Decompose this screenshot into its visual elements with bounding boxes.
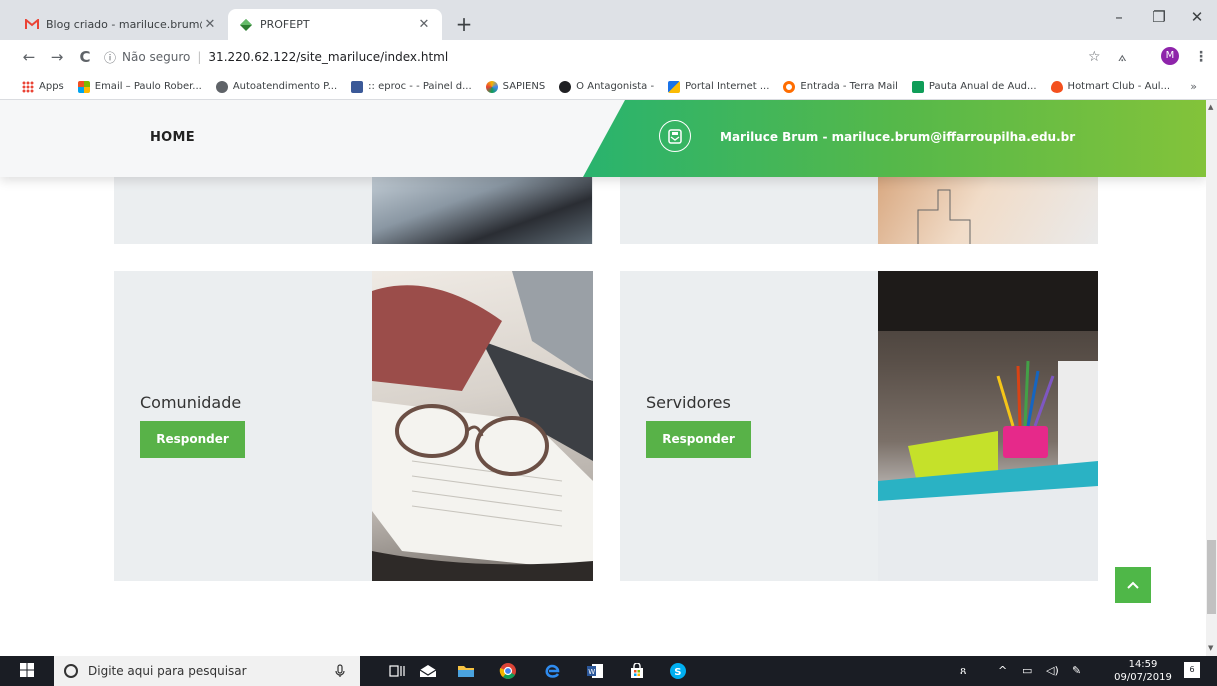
portal-icon [668,80,681,93]
close-window-button[interactable]: ✕ [1177,8,1217,26]
pen-ink-icon[interactable]: ✎ [1072,664,1081,677]
reload-button[interactable]: C [74,47,96,67]
svg-text:S: S [674,667,681,678]
browser-toolbar: ← → C ⓘ Não seguro | 31.220.62.122/site_… [0,40,1217,74]
contact-email-text[interactable]: Mariluce Brum - mariluce.brum@iffarroupi… [720,130,1075,144]
tab-title: PROFEPT [260,18,310,31]
profept-diamond-icon [238,17,254,33]
mail-icon [659,120,691,152]
tray-chevron-up-icon[interactable]: ^ [998,664,1007,677]
page-scrollbar[interactable]: ▲ ▼ [1206,100,1217,656]
taskbar-search-input[interactable]: Digite aqui para pesquisar [54,656,360,686]
sapiens-icon [485,80,498,93]
bookmark-eproc[interactable]: :: eproc - - Painel d... [351,80,472,93]
profile-avatar[interactable]: M [1161,47,1179,65]
tab-profept[interactable]: PROFEPT ✕ [228,9,442,40]
card-label-servidores: Servidores [646,393,731,412]
bookmark-apps[interactable]: Apps [22,80,64,93]
search-placeholder: Digite aqui para pesquisar [88,664,247,678]
sheets-plus-icon [911,80,924,93]
bookmark-pauta[interactable]: Pauta Anual de Aud... [911,80,1037,93]
apps-grid-icon [22,80,34,93]
back-to-top-button[interactable] [1115,567,1151,603]
bookmark-email[interactable]: Email – Paulo Rober... [77,80,202,93]
url-text: 31.220.62.122/site_mariluce/index.html [208,50,449,64]
close-tab-icon[interactable]: ✕ [202,17,218,32]
svg-text:W: W [588,668,595,676]
card-label-comunidade: Comunidade [140,393,242,412]
bookmark-antagonista[interactable]: O Antagonista - [559,80,654,93]
volume-icon[interactable]: ◁) [1046,664,1059,677]
bookmark-sapiens[interactable]: SAPIENS [485,80,545,93]
card-photo [372,170,592,244]
bookmark-autoatendimento[interactable]: Autoatendimento P... [215,80,337,93]
address-separator: | [197,50,202,64]
bookmarks-bar: Apps Email – Paulo Rober... Autoatendime… [0,74,1217,100]
page-viewport: Comunidade Responder Servidores Responde… [0,100,1206,656]
word-icon[interactable]: W [584,660,606,682]
restore-button[interactable]: ❐ [1139,8,1179,26]
back-button[interactable]: ← [18,47,40,67]
action-center-icon[interactable]: 6 [1184,662,1200,678]
chrome-icon[interactable] [497,660,519,682]
bookmark-terra[interactable]: Entrada - Terra Mail [783,80,898,93]
card-photo [878,170,1098,244]
tab-title: Blog criado - mariluce.brum@iffa [46,18,202,31]
responder-button-servidores[interactable]: Responder [646,421,751,458]
browser-tab-strip: Blog criado - mariluce.brum@iffa ✕ PROFE… [0,0,1217,40]
art-supplies-photo [878,271,1098,581]
security-label: Não seguro [122,50,191,64]
new-tab-button[interactable]: + [452,12,476,36]
notification-count: 6 [1189,665,1195,674]
microsoft-icon [77,80,90,93]
close-tab-icon[interactable]: ✕ [416,17,432,32]
site-header: HOME Mariluce Brum - mariluce.brum@iffar… [0,100,1206,177]
taskbar-clock[interactable]: 14:59 09/07/2019 [1113,658,1173,684]
forward-button[interactable]: → [46,47,68,67]
gmail-icon [24,17,40,33]
globe-icon [215,80,228,93]
eproc-icon [351,80,364,93]
people-icon[interactable]: ጸ [960,664,966,678]
tab-blog[interactable]: Blog criado - mariluce.brum@iffa ✕ [14,9,228,40]
laptop-glasses-photo [372,271,593,581]
file-explorer-icon[interactable] [455,660,477,682]
extension-icon[interactable]: ⟑ [1118,47,1127,67]
clock-date: 09/07/2019 [1114,672,1172,683]
battery-icon[interactable]: ▭ [1022,664,1032,677]
responder-button-comunidade[interactable]: Responder [140,421,245,458]
chevron-up-icon [1127,581,1139,589]
windows-start-icon[interactable] [20,663,34,677]
minimize-button[interactable]: – [1099,8,1139,26]
cortana-circle-icon [64,664,78,678]
task-view-icon[interactable] [386,660,408,682]
edge-icon[interactable] [541,660,563,682]
scroll-down-arrow-icon[interactable]: ▼ [1208,644,1213,652]
mail-envelope-icon[interactable] [417,660,439,682]
menu-kebab-icon[interactable]: ⋮ [1194,47,1208,67]
clock-time: 14:59 [1128,659,1158,670]
info-icon[interactable]: ⓘ [104,49,116,66]
store-bag-icon[interactable] [626,660,648,682]
hotmart-flame-icon [1050,80,1063,93]
bookmarks-overflow-button[interactable]: » [1190,80,1197,93]
bookmark-star-icon[interactable]: ☆ [1088,47,1101,67]
scroll-up-arrow-icon[interactable]: ▲ [1208,103,1213,111]
nav-home-link[interactable]: HOME [150,130,195,145]
address-bar[interactable]: ⓘ Não seguro | 31.220.62.122/site_marilu… [104,46,1104,68]
skype-icon[interactable]: S [667,660,689,682]
bookmark-hotmart[interactable]: Hotmart Club - Aul... [1050,80,1170,93]
microphone-icon[interactable] [335,664,345,681]
terra-icon [783,80,796,93]
card-partial-left [114,170,593,244]
card-partial-right [620,170,1098,244]
bookmark-portal[interactable]: Portal Internet ... [668,80,769,93]
antagonista-icon [559,80,572,93]
scrollbar-thumb[interactable] [1207,540,1216,614]
